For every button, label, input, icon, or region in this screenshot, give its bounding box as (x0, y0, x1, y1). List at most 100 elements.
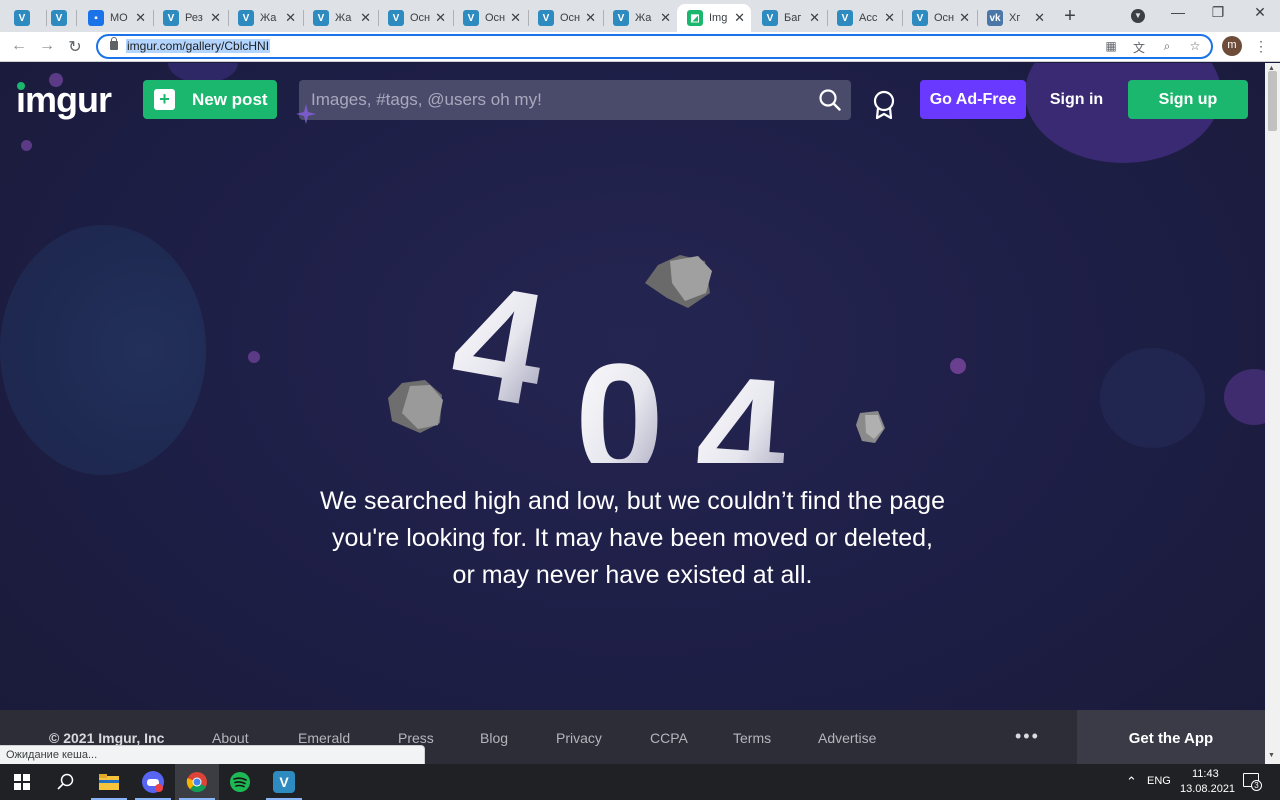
footer-link-emerald[interactable]: Emerald (298, 730, 350, 746)
browser-toolbar: ← → ↻ imgur.com/gallery/CblcHNI ▦ 文 ⌕ ☆ … (0, 32, 1280, 62)
forward-arrow-icon[interactable]: → (37, 37, 57, 55)
footer-link-terms[interactable]: Terms (733, 730, 771, 746)
taskbar-search-button[interactable] (44, 764, 88, 800)
close-icon[interactable]: ✕ (884, 11, 895, 25)
sparkle-icon (296, 104, 316, 124)
notification-center-icon[interactable]: 3 (1243, 773, 1262, 791)
close-icon[interactable]: ✕ (210, 11, 221, 25)
browser-tab[interactable]: V Жа ✕ (603, 4, 677, 32)
browser-menu-icon[interactable]: ⋮ (1254, 38, 1268, 55)
tab-label: МО (110, 12, 128, 24)
taskbar-app-spotify[interactable] (218, 764, 262, 800)
close-icon[interactable]: ✕ (809, 11, 820, 25)
close-icon[interactable]: ✕ (734, 11, 745, 25)
back-arrow-icon[interactable]: ← (9, 37, 29, 55)
profile-avatar[interactable]: m (1222, 36, 1242, 56)
notification-count: 3 (1251, 780, 1262, 791)
taskbar-app-discord[interactable] (131, 764, 175, 800)
new-tab-button[interactable]: + (1060, 5, 1080, 28)
browser-tab[interactable]: V Осн ✕ (902, 4, 976, 32)
start-button[interactable] (0, 764, 44, 800)
restore-button[interactable]: ❐ (1208, 4, 1228, 21)
get-the-app-button[interactable]: Get the App (1077, 710, 1265, 764)
error-digit: 0 (575, 330, 664, 463)
minimize-button[interactable]: — (1168, 4, 1188, 20)
bookmark-star-icon[interactable]: ☆ (1187, 39, 1203, 53)
v-site-icon: V (912, 10, 928, 26)
taskbar-app-chrome[interactable] (175, 764, 219, 800)
tab-search-icon[interactable]: ▼ (1131, 9, 1145, 23)
close-icon[interactable]: ✕ (959, 11, 970, 25)
tab-label: Осн (934, 12, 955, 24)
close-icon[interactable]: ✕ (510, 11, 521, 25)
v-site-icon: V (837, 10, 853, 26)
browser-tab-active[interactable]: ◩ Img ✕ (677, 4, 751, 32)
tab-label: Acc (859, 12, 878, 24)
new-post-button[interactable]: + New post (143, 80, 277, 119)
footer-link-about[interactable]: About (212, 730, 249, 746)
background-bubble (1224, 369, 1265, 425)
language-indicator[interactable]: ENG (1147, 775, 1171, 787)
error-digit: 4 (691, 341, 792, 463)
footer-link-blog[interactable]: Blog (480, 730, 508, 746)
clock-date[interactable]: 13.08.2021 (1180, 783, 1235, 795)
browser-tab[interactable]: V Баг ✕ (752, 4, 826, 32)
sign-up-button[interactable]: Sign up (1128, 80, 1248, 119)
v-site-icon: V (313, 10, 329, 26)
award-icon[interactable] (871, 90, 897, 120)
footer-link-press[interactable]: Press (398, 730, 434, 746)
close-icon[interactable]: ✕ (435, 11, 446, 25)
clock-time[interactable]: 11:43 (1192, 768, 1219, 780)
search-bar[interactable] (299, 80, 851, 120)
go-ad-free-button[interactable]: Go Ad-Free (920, 80, 1026, 119)
browser-tab[interactable]: vk Хг ✕ (977, 4, 1051, 32)
copyright-text: © 2021 Imgur, Inc (49, 730, 165, 746)
search-icon (57, 773, 74, 790)
footer-link-advertise[interactable]: Advertise (818, 730, 876, 746)
browser-tab[interactable]: V Осн ✕ (528, 4, 602, 32)
zoom-icon[interactable]: ⌕ (1159, 39, 1175, 54)
url-text[interactable]: imgur.com/gallery/CblcHNI (126, 39, 271, 53)
background-bubble (950, 358, 966, 374)
chevron-up-icon[interactable]: ⌃ (1126, 774, 1137, 790)
v-site-icon: V (762, 10, 778, 26)
scroll-down-icon[interactable]: ▼ (1268, 752, 1275, 759)
translate-icon[interactable]: 文 (1131, 39, 1147, 56)
browser-tab[interactable]: V Осн ✕ (378, 4, 452, 32)
close-icon[interactable]: ✕ (135, 11, 146, 25)
page-scrollbar[interactable]: ▲ ▼ (1265, 63, 1280, 764)
taskbar-app-explorer[interactable] (87, 764, 131, 800)
lock-icon[interactable] (110, 37, 118, 50)
close-icon[interactable]: ✕ (1034, 11, 1045, 25)
background-bubble (248, 351, 260, 363)
close-icon[interactable]: ✕ (285, 11, 296, 25)
close-icon[interactable]: ✕ (585, 11, 596, 25)
browser-tab[interactable]: V Жа ✕ (303, 4, 377, 32)
reload-icon[interactable]: ↻ (65, 37, 85, 57)
more-icon[interactable]: ••• (1015, 726, 1040, 747)
imgur-icon: ◩ (687, 10, 703, 26)
browser-tab[interactable]: V Жа ✕ (228, 4, 302, 32)
search-input[interactable] (299, 80, 809, 120)
taskbar-app-v-site[interactable]: V (262, 764, 306, 800)
scrollbar-thumb[interactable] (1268, 71, 1277, 131)
close-window-button[interactable]: ✕ (1250, 4, 1270, 21)
browser-tab[interactable]: ▪ МО ✕ (78, 4, 152, 32)
imgur-logo[interactable]: imgur (16, 79, 112, 121)
browser-tab[interactable]: V (4, 4, 46, 32)
address-bar[interactable]: imgur.com/gallery/CblcHNI ▦ 文 ⌕ ☆ (96, 34, 1213, 59)
qr-code-icon[interactable]: ▦ (1103, 39, 1119, 53)
vk-icon: vk (987, 10, 1003, 26)
footer-link-ccpa[interactable]: CCPA (650, 730, 688, 746)
error-404-graphic: 4 0 4 (388, 248, 885, 463)
search-icon[interactable] (819, 89, 841, 111)
browser-tab[interactable]: V Acc ✕ (827, 4, 901, 32)
close-icon[interactable]: ✕ (660, 11, 671, 25)
browser-tab[interactable]: V Осн ✕ (453, 4, 527, 32)
sign-in-link[interactable]: Sign in (1044, 91, 1109, 109)
browser-tab[interactable]: V (41, 4, 73, 32)
browser-tab[interactable]: V Рез ✕ (153, 4, 227, 32)
error-message: We searched high and low, but we couldn’… (250, 483, 1015, 594)
close-icon[interactable]: ✕ (360, 11, 371, 25)
footer-link-privacy[interactable]: Privacy (556, 730, 602, 746)
